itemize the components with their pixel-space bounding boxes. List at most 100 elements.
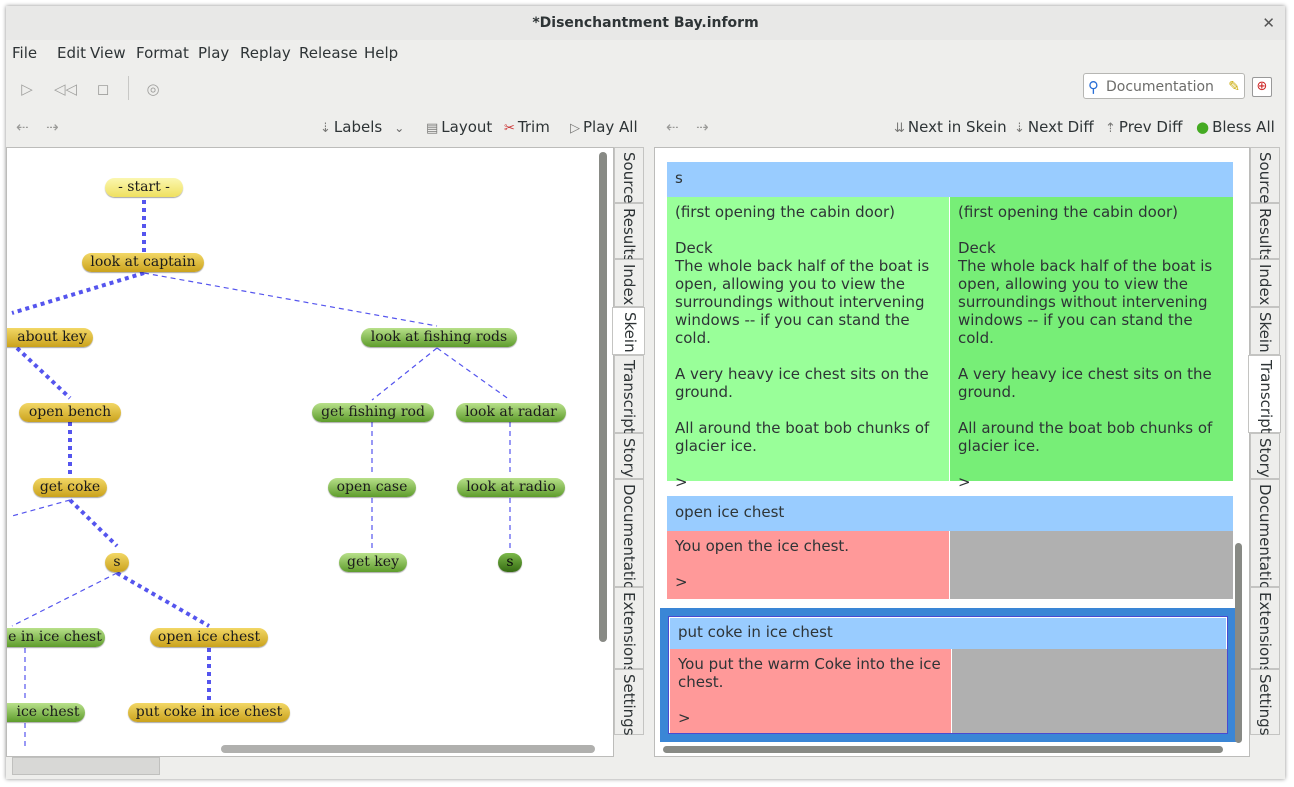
skein-node[interactable]: ice chest (7, 703, 85, 722)
skein-edge (116, 571, 210, 628)
next-diff-button[interactable]: ⇣ Next Diff (1014, 118, 1094, 136)
skein-node[interactable]: about key (7, 328, 93, 347)
skein-node[interactable]: look at radar (456, 403, 566, 422)
skein-node[interactable]: put coke in ice chest (128, 703, 290, 722)
transcript-horizontal-scrollbar[interactable] (663, 746, 1223, 753)
skein-node[interactable]: open bench (19, 403, 121, 422)
replay-icon[interactable]: ◁◁ (54, 78, 77, 100)
documentation-search-input[interactable]: ⚲ Documentation ✎ (1083, 73, 1245, 99)
skein-node[interactable]: get coke (33, 478, 107, 497)
skein-node[interactable]: get fishing rod (312, 403, 434, 422)
tab-index[interactable]: Index (1250, 259, 1280, 307)
play-all-label: Play All (583, 118, 638, 136)
lifebuoy-icon[interactable]: ⊕ (1252, 77, 1272, 97)
transcript-command-header[interactable]: open ice chest (667, 496, 1233, 531)
stop-icon[interactable]: ◻ (92, 78, 114, 100)
next-in-skein-icon: ⇊ (894, 121, 905, 136)
tab-source[interactable]: Source (614, 147, 644, 204)
skein-edge (15, 346, 72, 400)
tab-story[interactable]: Story (1250, 433, 1280, 479)
menu-play[interactable]: Play (198, 44, 229, 62)
skein-horizontal-scrollbar[interactable] (221, 745, 595, 753)
search-placeholder: Documentation (1106, 79, 1214, 95)
tab-extensions[interactable]: Extensions (614, 587, 644, 673)
left-back-icon[interactable]: ⇠ (16, 118, 29, 136)
trim-button[interactable]: ✂ Trim (504, 118, 550, 136)
tab-extensions[interactable]: Extensions (1250, 587, 1280, 673)
trim-label: Trim (517, 118, 550, 136)
tab-results[interactable]: Results (614, 203, 644, 262)
bless-all-icon: ● (1196, 118, 1210, 136)
close-icon[interactable]: ✕ (1262, 6, 1275, 40)
tab-skein[interactable]: Skein (1250, 307, 1280, 355)
skein-node[interactable]: look at captain (82, 253, 204, 272)
tab-transcript[interactable]: Transcript (1248, 355, 1281, 434)
skein-edge (371, 347, 438, 401)
play-all-button[interactable]: ▷ Play All (570, 118, 638, 136)
menu-edit[interactable]: Edit (57, 44, 86, 62)
next-diff-label: Next Diff (1027, 118, 1094, 136)
tab-results[interactable]: Results (1250, 203, 1280, 262)
transcript-expected-cell[interactable] (952, 649, 1227, 733)
app-window: *Disenchantment Bay.inform ✕ File Edit V… (6, 6, 1285, 779)
tab-documentation[interactable]: Documentation (1250, 479, 1280, 600)
release-disc-icon[interactable]: ◎ (142, 78, 164, 100)
skein-node[interactable]: open case (328, 478, 416, 497)
transcript-actual-cell[interactable]: (first opening the cabin door) Deck The … (667, 197, 949, 491)
skein-vertical-scrollbar[interactable] (599, 152, 607, 642)
skein-edge (11, 499, 71, 517)
menu-view[interactable]: View (90, 44, 126, 62)
skein-node[interactable]: look at radio (457, 478, 565, 497)
transcript-vertical-scrollbar[interactable] (1235, 543, 1242, 743)
labels-button[interactable]: ⇣ Labels ⌄ (320, 118, 404, 136)
menu-format[interactable]: Format (136, 44, 189, 62)
skein-edge (11, 572, 118, 627)
next-in-skein-button[interactable]: ⇊ Next in Skein (894, 118, 1007, 136)
bottom-status-scrollbar[interactable] (12, 757, 160, 775)
tab-index[interactable]: Index (614, 259, 644, 307)
menu-help[interactable]: Help (364, 44, 398, 62)
transcript-expected-cell[interactable] (950, 531, 1233, 599)
skein-edges (11, 192, 511, 748)
scissors-icon: ✂ (504, 121, 515, 136)
selected-transcript-entry[interactable]: put coke in ice chest You put the warm C… (660, 608, 1236, 742)
bless-all-button[interactable]: ● Bless All (1196, 118, 1275, 136)
menu-replay[interactable]: Replay (240, 44, 291, 62)
tab-documentation[interactable]: Documentation (614, 479, 644, 600)
skein-node[interactable]: open ice chest (150, 628, 268, 647)
left-forward-icon[interactable]: ⇢ (46, 118, 59, 136)
skein-node[interactable]: look at fishing rods (361, 328, 517, 347)
layout-button[interactable]: ▤ Layout (426, 118, 492, 136)
menu-file[interactable]: File (12, 44, 37, 62)
tab-settings[interactable]: Settings (614, 669, 644, 736)
skein-node[interactable]: s (105, 553, 129, 572)
clear-broom-icon[interactable]: ✎ (1228, 74, 1240, 100)
layout-icon: ▤ (426, 121, 439, 136)
transcript-command-header[interactable]: s (667, 162, 1233, 197)
transcript-pane[interactable]: s (first opening the cabin door) Deck Th… (654, 147, 1250, 757)
transcript-expected-cell[interactable]: (first opening the cabin door) Deck The … (950, 197, 1233, 491)
go-icon[interactable]: ▷ (16, 78, 38, 100)
prev-diff-icon: ⇡ (1105, 121, 1116, 136)
tab-transcript[interactable]: Transcript (614, 355, 644, 434)
pane-toolbars: ⇠ ⇢ ⇣ Labels ⌄ ▤ Layout ✂ Trim ▷ Play All ⇠ ⇢… (6, 112, 1285, 142)
transcript-actual-cell[interactable]: You put the warm Coke into the ice chest… (670, 649, 951, 733)
transcript-actual-cell[interactable]: You open the ice chest. > (667, 531, 949, 599)
skein-node[interactable]: s (498, 553, 522, 572)
skein-edge (11, 271, 145, 315)
skein-node-label: e in ice chest (8, 629, 102, 645)
right-back-icon[interactable]: ⇠ (666, 118, 679, 136)
tab-skein[interactable]: Skein (612, 307, 645, 355)
chevron-down-icon: ⌄ (394, 121, 405, 135)
skein-node[interactable]: e in ice chest (7, 628, 105, 647)
skein-node[interactable]: get key (339, 553, 407, 572)
tab-story[interactable]: Story (614, 433, 644, 479)
menu-release[interactable]: Release (299, 44, 358, 62)
prev-diff-button[interactable]: ⇡ Prev Diff (1105, 118, 1182, 136)
skein-pane[interactable]: - start - look at captain about key look… (6, 147, 614, 757)
tab-settings[interactable]: Settings (1250, 669, 1280, 736)
transcript-command-header[interactable]: put coke in ice chest (670, 618, 1226, 649)
skein-node[interactable]: - start - (105, 178, 183, 197)
right-forward-icon[interactable]: ⇢ (696, 118, 709, 136)
tab-source[interactable]: Source (1250, 147, 1280, 204)
